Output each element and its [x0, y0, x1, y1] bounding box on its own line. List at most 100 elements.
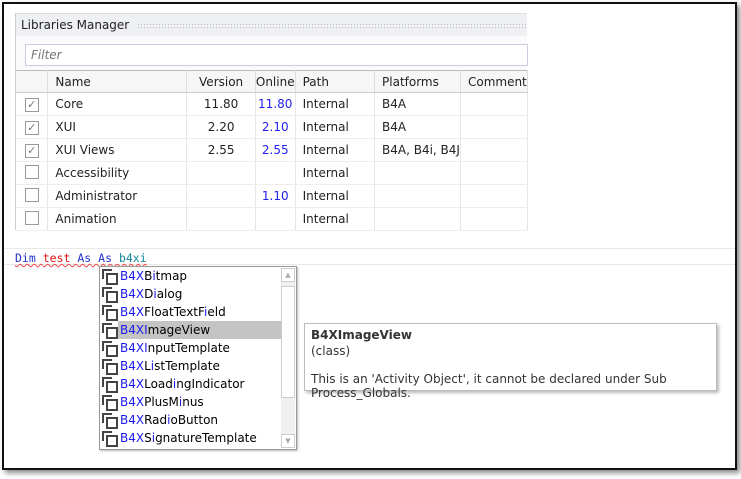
autocomplete-item[interactable]: B4XRadioButton: [100, 411, 281, 429]
path-cell: Internal: [295, 184, 376, 208]
keyword: Dim: [15, 251, 36, 265]
autocomplete-item[interactable]: B4XPlusMinus: [100, 393, 281, 411]
online-version-cell: 2.10: [255, 115, 296, 139]
tooltip-description: This is an 'Activity Object', it cannot …: [311, 372, 667, 400]
library-checkbox[interactable]: [24, 187, 39, 202]
keyword: As: [77, 251, 92, 265]
autocomplete-scrollbar[interactable]: ▲ ▼: [281, 268, 295, 448]
scrollbar-thumb[interactable]: [281, 286, 295, 398]
class-icon: [102, 359, 118, 375]
autocomplete-list: B4XBitmap B4XDialog B4XFloatTextField B4XIm…: [99, 266, 297, 450]
comment-cell: [460, 92, 529, 116]
name-cell: XUI Views: [47, 138, 188, 162]
autocomplete-item[interactable]: B4XImageView: [100, 321, 281, 339]
online-version-cell: [255, 207, 296, 231]
library-row[interactable]: ✓ XUI 2.20 2.10 Internal B4A: [16, 115, 529, 139]
autocomplete-item[interactable]: B4XLoadingIndicator: [100, 375, 281, 393]
column-header[interactable]: Version: [186, 70, 256, 93]
checkbox-cell: [16, 207, 49, 231]
scroll-down-arrow-icon[interactable]: ▼: [281, 434, 295, 448]
libraries-manager-panel: Libraries Manager NameVersionOnlinePathP…: [15, 13, 529, 231]
class-icon: [102, 431, 118, 447]
comment-cell: [460, 184, 529, 208]
column-header[interactable]: Platforms: [374, 70, 461, 93]
item-label: B4XListTemplate: [120, 359, 220, 373]
item-label: B4XFloatTextField: [120, 305, 226, 319]
column-header[interactable]: [16, 70, 49, 93]
item-label: B4XLoadingIndicator: [120, 377, 245, 391]
line-separator: [4, 248, 735, 249]
class-icon: [102, 287, 118, 303]
path-cell: Internal: [295, 115, 376, 139]
name-cell: Administrator: [47, 184, 188, 208]
checkbox-cell: ✓: [16, 115, 49, 139]
name-cell: Core: [47, 92, 188, 116]
autocomplete-item[interactable]: B4XFloatTextField: [100, 303, 281, 321]
libraries-manager-title-bar[interactable]: Libraries Manager: [16, 14, 527, 36]
path-cell: Internal: [295, 207, 376, 231]
autocomplete-item[interactable]: B4XBitmap: [100, 267, 281, 285]
online-version-cell: [255, 161, 296, 185]
name-cell: Animation: [47, 207, 188, 231]
item-label: B4XSignatureTemplate: [120, 431, 257, 445]
version-cell: [186, 161, 256, 185]
class-icon: [102, 305, 118, 321]
item-label: B4XDialog: [120, 287, 183, 301]
version-cell: 2.20: [186, 115, 256, 139]
comment-cell: [460, 138, 529, 162]
code-line[interactable]: Dim test As As b4xi: [15, 251, 147, 265]
identifier: test: [42, 251, 71, 265]
path-cell: Internal: [295, 138, 376, 162]
libraries-table: Name Version Online Path Platforms Comment ✓ …: [16, 70, 529, 231]
library-checkbox[interactable]: ✓: [24, 143, 39, 158]
item-label: B4XPlusMinus: [120, 395, 204, 409]
tooltip-title: B4XImageView: [311, 328, 412, 342]
drag-grip[interactable]: [137, 22, 527, 28]
item-label: B4XImageView: [118, 321, 281, 339]
platforms-cell: [374, 184, 461, 208]
online-version-cell: 11.80: [255, 92, 296, 116]
library-checkbox[interactable]: ✓: [24, 120, 39, 135]
scroll-up-arrow-icon[interactable]: ▲: [281, 268, 295, 282]
class-icon: [102, 377, 118, 393]
autocomplete-item[interactable]: B4XSignatureTemplate: [100, 429, 281, 447]
autocomplete-item[interactable]: B4XInputTemplate: [100, 339, 281, 357]
checkbox-cell: [16, 184, 49, 208]
name-cell: Accessibility: [47, 161, 188, 185]
column-header[interactable]: Online: [255, 70, 296, 93]
library-row[interactable]: Accessibility Internal: [16, 161, 529, 185]
library-checkbox[interactable]: ✓: [24, 97, 39, 112]
library-row[interactable]: Animation Internal: [16, 207, 529, 231]
online-version-cell: 2.55: [255, 138, 296, 162]
platforms-cell: B4A: [374, 115, 461, 139]
autocomplete-tooltip: B4XImageView (class) This is an 'Activit…: [304, 323, 717, 400]
platforms-cell: [374, 207, 461, 231]
autocomplete-item[interactable]: B4XDialog: [100, 285, 281, 303]
tooltip-kind: (class): [311, 344, 351, 358]
version-cell: [186, 184, 256, 208]
class-icon: [102, 395, 118, 411]
item-label: B4XBitmap: [120, 269, 188, 283]
filter-input[interactable]: [25, 44, 528, 66]
platforms-cell: B4A: [374, 92, 461, 116]
version-cell: 2.55: [186, 138, 256, 162]
library-row[interactable]: ✓ XUI Views 2.55 2.55 Internal B4A, B4i,…: [16, 138, 529, 162]
panel-title: Libraries Manager: [21, 18, 130, 32]
platforms-cell: B4A, B4i, B4J: [374, 138, 461, 162]
column-header[interactable]: Comment: [460, 70, 529, 93]
version-cell: [186, 207, 256, 231]
column-header[interactable]: Name: [47, 70, 188, 93]
autocomplete-item[interactable]: B4XListTemplate: [100, 357, 281, 375]
library-checkbox[interactable]: [24, 164, 39, 179]
keyword: As: [98, 251, 113, 265]
class-icon: [102, 341, 118, 357]
name-cell: XUI: [47, 115, 188, 139]
library-row[interactable]: ✓ Core 11.80 11.80 Internal B4A: [16, 92, 529, 116]
column-header[interactable]: Path: [295, 70, 376, 93]
library-row[interactable]: Administrator 1.10 Internal: [16, 184, 529, 208]
item-label: B4XInputTemplate: [120, 341, 230, 355]
checkbox-cell: ✓: [16, 138, 49, 162]
library-checkbox[interactable]: [24, 210, 39, 225]
online-version-cell: 1.10: [255, 184, 296, 208]
typed-text: b4xi: [118, 251, 147, 265]
